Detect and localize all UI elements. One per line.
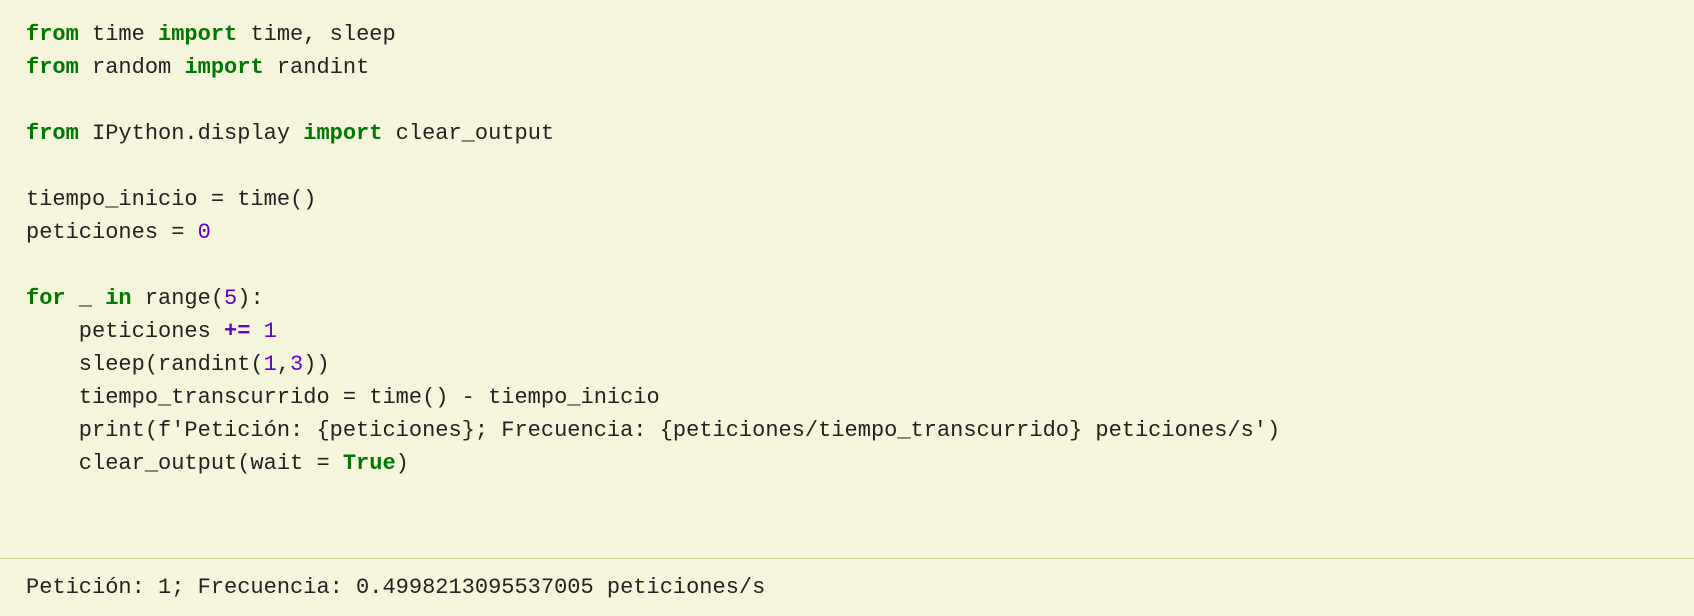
code-text: , [277,348,290,381]
code-text: randint [264,51,370,84]
code-line: tiempo_inicio = time() [26,183,1668,216]
code-text: peticiones = [26,216,198,249]
keyword-import: import [158,18,237,51]
code-line: from random import randint [26,51,1668,84]
code-line-empty [26,249,1668,282]
code-text: clear_output(wait = [26,447,343,480]
code-text: random [79,51,185,84]
code-text: tiempo_transcurrido = time() - tiempo_in… [26,381,660,414]
number-literal: 1 [264,315,277,348]
code-line: from time import time, sleep [26,18,1668,51]
code-line: tiempo_transcurrido = time() - tiempo_in… [26,381,1668,414]
code-text [250,315,263,348]
number-literal: 0 [198,216,211,249]
keyword-import: import [303,117,382,150]
code-text: clear_output [382,117,554,150]
output-area: Petición: 1; Frecuencia: 0.4998213095537… [0,558,1694,616]
code-text: )) [303,348,329,381]
code-line: sleep(randint(1,3)) [26,348,1668,381]
code-text: tiempo_inicio = time() [26,183,316,216]
code-area[interactable]: from time import time, sleep from random… [0,0,1694,558]
code-text: ): [237,282,263,315]
code-line: print(f'Petición: {peticiones}; Frecuenc… [26,414,1668,447]
number-literal: 5 [224,282,237,315]
keyword-from: from [26,117,79,150]
code-text: time, sleep [237,18,395,51]
code-text: peticiones [26,315,224,348]
output-text: Petición: 1; Frecuencia: 0.4998213095537… [26,575,765,600]
code-line-empty [26,150,1668,183]
keyword-import: import [184,51,263,84]
code-text: ) [396,447,409,480]
code-line-empty [26,84,1668,117]
keyword-from: from [26,51,79,84]
code-text: range( [132,282,224,315]
code-text: time [79,18,158,51]
code-editor: from time import time, sleep from random… [0,0,1694,616]
code-line: peticiones += 1 [26,315,1668,348]
number-literal: 1 [264,348,277,381]
keyword-in: in [105,282,131,315]
augmented-assign: += [224,315,250,348]
code-text: _ [66,282,106,315]
code-text: sleep(randint( [26,348,264,381]
keyword-for: for [26,282,66,315]
code-line: from IPython.display import clear_output [26,117,1668,150]
code-text: IPython.display [79,117,303,150]
code-line: for _ in range(5): [26,282,1668,315]
code-line: peticiones = 0 [26,216,1668,249]
code-text: print(f'Petición: {peticiones}; Frecuenc… [26,414,1280,447]
keyword-true: True [343,447,396,480]
keyword-from: from [26,18,79,51]
number-literal: 3 [290,348,303,381]
code-line: clear_output(wait = True) [26,447,1668,480]
